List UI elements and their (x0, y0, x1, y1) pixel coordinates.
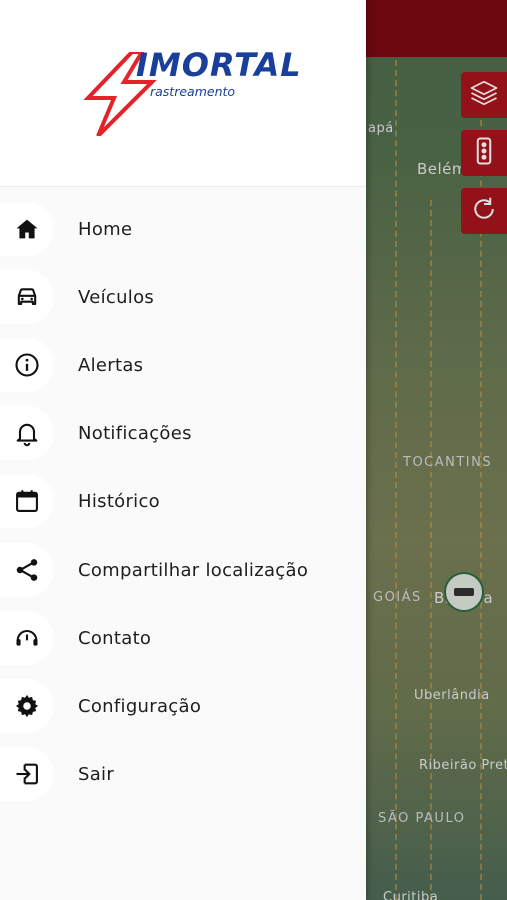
info-icon (0, 338, 54, 392)
share-icon (0, 543, 54, 597)
menu-item-vehicles[interactable]: Veículos (0, 263, 366, 331)
menu-item-label: Histórico (78, 490, 160, 512)
menu-item-label: Compartilhar localização (78, 559, 309, 581)
logout-icon (0, 747, 54, 801)
menu-item-label: Alertas (78, 354, 144, 376)
home-icon (0, 202, 54, 256)
logo-subtitle: rastreamento (150, 84, 236, 99)
logo-text: IMORTAL (136, 46, 302, 84)
support-icon (0, 611, 54, 665)
menu-item-history[interactable]: Histórico (0, 467, 366, 535)
bell-icon (0, 406, 54, 460)
menu-item-alerts[interactable]: Alertas (0, 331, 366, 399)
brand-logo: IMORTAL rastreamento (80, 46, 301, 136)
calendar-icon (0, 474, 54, 528)
menu-item-label: Home (78, 218, 133, 240)
menu-item-settings[interactable]: Configuração (0, 672, 366, 740)
menu-item-logout[interactable]: Sair (0, 740, 366, 808)
gear-icon (0, 679, 54, 733)
menu-item-label: Sair (78, 763, 115, 785)
car-icon (0, 270, 54, 324)
menu-item-label: Configuração (78, 695, 202, 717)
menu-item-notifications[interactable]: Notificações (0, 399, 366, 467)
menu-item-contact[interactable]: Contato (0, 604, 366, 672)
drawer-menu: Home Veículos Alertas Notificações Histó… (0, 187, 366, 900)
menu-item-label: Contato (78, 627, 152, 649)
navigation-drawer: IMORTAL rastreamento Home Veículos Alert… (0, 0, 366, 900)
menu-item-home[interactable]: Home (0, 195, 366, 263)
menu-item-label: Notificações (78, 422, 192, 444)
menu-item-share-location[interactable]: Compartilhar localização (0, 536, 366, 604)
menu-item-label: Veículos (78, 286, 155, 308)
drawer-header: IMORTAL rastreamento (0, 0, 366, 187)
